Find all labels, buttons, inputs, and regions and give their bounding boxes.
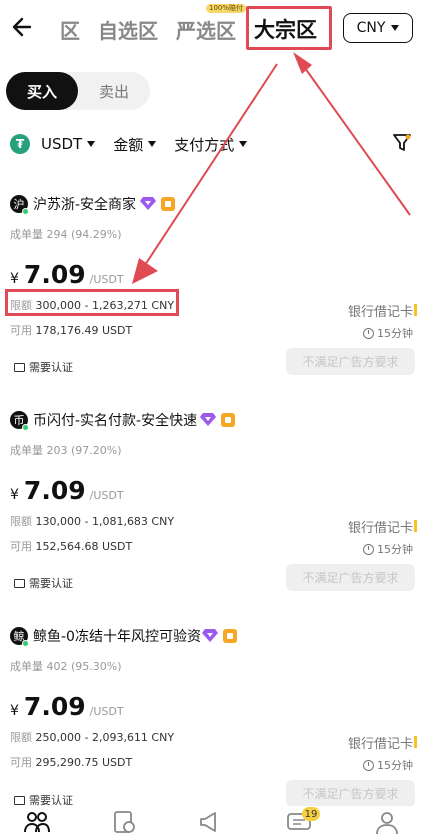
filter-bar: ₮ USDT 金额 支付方式 bbox=[10, 130, 417, 158]
id-card-icon bbox=[14, 362, 25, 372]
p2p-icon[interactable] bbox=[24, 810, 50, 834]
sell-tab[interactable]: 卖出 bbox=[78, 72, 150, 110]
verification-required: 需要认证 bbox=[14, 575, 73, 591]
trade-button-disabled[interactable]: 不满足广告方要求 bbox=[286, 780, 415, 807]
payment-time: 15分钟 bbox=[363, 541, 413, 557]
diamond-badge-icon bbox=[140, 197, 156, 210]
tab-selected-zone[interactable]: 严选区 100%赔付 bbox=[176, 3, 247, 44]
listing-card[interactable]: 鲸 鲸鱼-0冻结十年风控可验资 成单量 402 (95.30%) ¥7.09/U… bbox=[0, 620, 427, 820]
available-amount: 可用 152,564.68 USDT bbox=[10, 540, 133, 553]
payment-time: 15分钟 bbox=[363, 325, 413, 341]
payment-color-bar bbox=[414, 736, 417, 748]
coin-label: USDT bbox=[41, 135, 83, 153]
price: ¥7.09/USDT bbox=[10, 260, 124, 289]
caret-down-icon bbox=[391, 25, 400, 31]
top-bar: 区 自选区 严选区 100%赔付 大宗区 CNY bbox=[0, 0, 427, 58]
price: ¥7.09/USDT bbox=[10, 476, 124, 505]
buy-tab[interactable]: 买入 bbox=[6, 72, 78, 110]
guarantee-badge: 100%赔付 bbox=[206, 3, 247, 13]
payment-label: 支付方式 bbox=[174, 135, 235, 154]
payment-color-bar bbox=[414, 304, 417, 316]
ads-icon[interactable] bbox=[198, 810, 224, 834]
clock-icon bbox=[363, 327, 374, 339]
caret-down-icon bbox=[148, 141, 157, 147]
online-status-dot bbox=[22, 208, 29, 215]
payment-color-bar bbox=[414, 520, 417, 532]
tether-icon: ₮ bbox=[10, 134, 30, 154]
clock-icon bbox=[363, 759, 374, 771]
limit-range: 限额 250,000 - 2,093,611 CNY bbox=[10, 731, 175, 744]
tab-watchlist-zone[interactable]: 自选区 bbox=[98, 15, 158, 44]
payment-method: 银行借记卡 bbox=[347, 521, 413, 536]
payment-method: 银行借记卡 bbox=[347, 305, 413, 320]
coin-filter[interactable]: ₮ USDT bbox=[10, 134, 96, 154]
highlight-box-limit bbox=[5, 289, 179, 316]
payment-filter[interactable]: 支付方式 bbox=[174, 134, 248, 155]
currency-selector[interactable]: CNY bbox=[343, 13, 413, 43]
bottom-nav bbox=[0, 806, 427, 834]
buy-sell-switch: 买入 卖出 bbox=[6, 72, 150, 110]
trade-button-disabled[interactable]: 不满足广告方要求 bbox=[286, 348, 415, 375]
shield-badge-icon bbox=[221, 413, 235, 427]
diamond-badge-icon bbox=[200, 413, 216, 426]
available-amount: 可用 178,176.49 USDT bbox=[10, 324, 133, 337]
trade-button-disabled[interactable]: 不满足广告方要求 bbox=[286, 564, 415, 591]
amount-label: 金额 bbox=[113, 135, 144, 154]
online-status-dot bbox=[22, 640, 29, 647]
payment-time: 15分钟 bbox=[363, 757, 413, 773]
merchant-name[interactable]: 币闪付-实名付款-安全快速 bbox=[33, 410, 197, 430]
highlight-box-tab bbox=[246, 6, 332, 50]
chat-unread-badge: 19 bbox=[302, 807, 320, 821]
orders-stat: 成单量 203 (97.20%) bbox=[10, 444, 122, 457]
online-status-dot bbox=[22, 424, 29, 431]
arrow-left-icon[interactable] bbox=[10, 12, 36, 42]
tab-selected-zone-label: 严选区 bbox=[176, 18, 236, 43]
caret-down-icon bbox=[239, 141, 248, 147]
merchant-name[interactable]: 沪苏浙-安全商家 bbox=[33, 194, 136, 214]
id-card-icon bbox=[14, 578, 25, 588]
orders-stat: 成单量 294 (94.29%) bbox=[10, 228, 122, 241]
price: ¥7.09/USDT bbox=[10, 692, 124, 721]
id-card-icon bbox=[14, 795, 25, 805]
limit-range: 限额 130,000 - 1,081,683 CNY bbox=[10, 515, 175, 528]
orders-icon[interactable] bbox=[112, 810, 138, 834]
diamond-badge-icon bbox=[202, 629, 218, 642]
currency-label: CNY bbox=[356, 20, 386, 36]
funnel-icon[interactable] bbox=[393, 132, 411, 154]
shield-badge-icon bbox=[161, 197, 175, 211]
tab-partial[interactable]: 区 bbox=[60, 15, 80, 44]
verification-required: 需要认证 bbox=[14, 359, 73, 375]
available-amount: 可用 295,290.75 USDT bbox=[10, 756, 133, 769]
listing-card[interactable]: 沪 沪苏浙-安全商家 成单量 294 (94.29%) ¥7.09/USDT 限… bbox=[0, 188, 427, 388]
profile-icon[interactable] bbox=[374, 810, 400, 834]
amount-filter[interactable]: 金额 bbox=[113, 134, 157, 155]
p2p-block-trade-screen: 区 自选区 严选区 100%赔付 大宗区 CNY 买入 卖出 ₮ USDT 金额 bbox=[0, 0, 427, 834]
listing-card[interactable]: 币 币闪付-实名付款-安全快速 成单量 203 (97.20%) ¥7.09/U… bbox=[0, 404, 427, 604]
payment-method: 银行借记卡 bbox=[347, 737, 413, 752]
clock-icon bbox=[363, 543, 374, 555]
merchant-name[interactable]: 鲸鱼-0冻结十年风控可验资 bbox=[33, 626, 201, 646]
shield-badge-icon bbox=[223, 629, 237, 643]
caret-down-icon bbox=[87, 141, 96, 147]
orders-stat: 成单量 402 (95.30%) bbox=[10, 660, 122, 673]
